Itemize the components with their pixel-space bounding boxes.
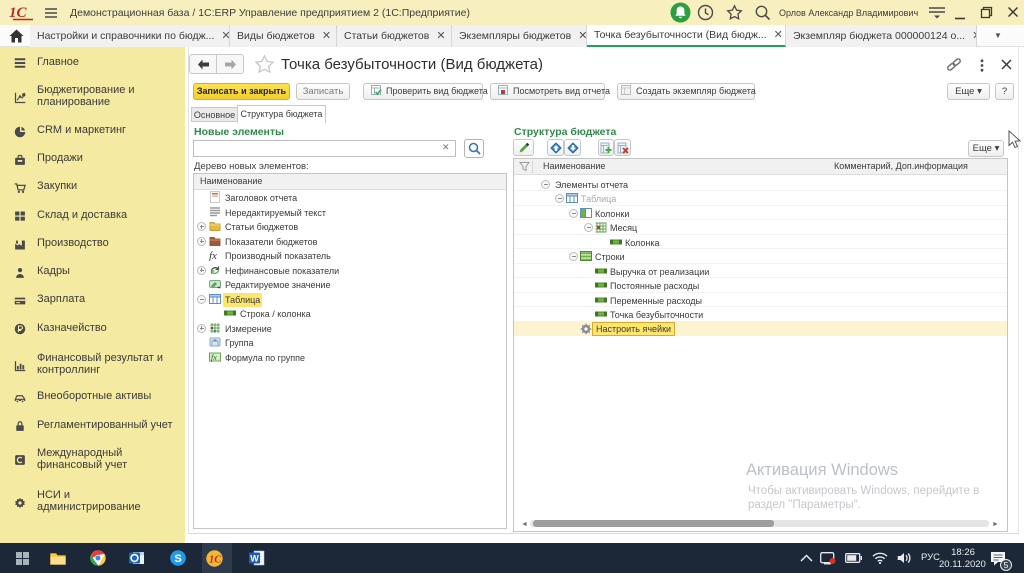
svg-text:W: W [250, 554, 259, 564]
svg-text:S: S [174, 553, 181, 565]
svg-text:1С: 1С [209, 554, 222, 565]
svg-text:fx: fx [209, 250, 217, 261]
svg-text:fx: fx [211, 353, 217, 362]
svg-text:1С: 1С [9, 5, 28, 21]
